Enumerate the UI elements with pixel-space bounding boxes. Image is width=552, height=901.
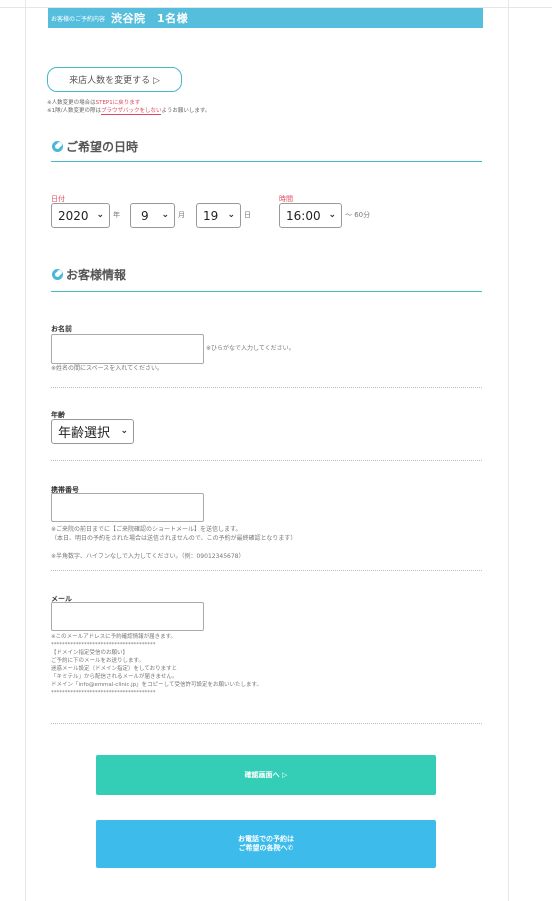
phone-icon: ✆ bbox=[287, 844, 294, 852]
name-hint-space: ※姓名の間にスペースを入れてください。 bbox=[51, 365, 163, 372]
field-divider bbox=[51, 723, 482, 724]
reservation-summary-banner: お客様のご予約内容 渋谷院 1名様 bbox=[48, 8, 483, 28]
chevron-down-icon: ⌄ bbox=[96, 210, 104, 220]
customer-section-title: お客様情報 bbox=[52, 266, 126, 283]
datetime-section-rule bbox=[51, 161, 482, 162]
field-divider bbox=[51, 460, 482, 461]
phone-hint: ※ご来院の前日までに【ご来院確認のショートメール】を送信します。 （本日、明日の… bbox=[51, 526, 297, 560]
age-select[interactable]: 年齢選択 ⌄ bbox=[51, 419, 134, 444]
chevron-down-icon: ⌄ bbox=[328, 210, 336, 220]
step1-link[interactable]: STEP1に戻ります bbox=[96, 100, 141, 106]
customer-section-rule bbox=[51, 291, 482, 292]
phone-input[interactable] bbox=[51, 493, 204, 522]
no-browser-back-emphasis: ブラウザバックをしない bbox=[100, 108, 162, 115]
note-line-1: ※人数変更の場合はSTEP1に戻ります bbox=[47, 100, 141, 106]
month-unit: 月 bbox=[178, 211, 185, 219]
section-circle-icon bbox=[52, 269, 63, 280]
time-select[interactable]: 16:00 ⌄ bbox=[279, 203, 342, 228]
name-hint-hiragana: ※ひらがなで入力してください。 bbox=[206, 345, 295, 352]
field-divider bbox=[51, 570, 482, 571]
chevron-down-icon: ⌄ bbox=[227, 210, 235, 220]
email-hint: ※このメールアドレスに予約確認情報が届きます。 ****************… bbox=[51, 634, 262, 696]
chevron-down-icon: ⌄ bbox=[120, 426, 128, 436]
year-select[interactable]: 2020 ⌄ bbox=[51, 203, 110, 228]
banner-clinic-and-guests: 渋谷院 1名様 bbox=[111, 12, 189, 25]
phone-reservation-button[interactable]: お電話での予約は ご希望の各院へ✆ bbox=[96, 820, 436, 868]
day-unit: 日 bbox=[244, 211, 251, 219]
banner-caption: お客様のご予約内容 bbox=[51, 15, 106, 23]
year-unit: 年 bbox=[113, 211, 120, 219]
month-select[interactable]: 9 ⌄ bbox=[130, 203, 175, 228]
change-guest-count-button[interactable]: 来店人数を変更する ▷ bbox=[47, 67, 182, 92]
note-line-2: ※1隊/人数変更の際はブラウザバックをしないようお願いします。 bbox=[47, 108, 211, 115]
section-circle-icon bbox=[52, 141, 63, 152]
name-label: お名前 bbox=[51, 325, 72, 333]
email-input[interactable] bbox=[51, 602, 204, 631]
datetime-section-title: ご希望の日時 bbox=[52, 138, 138, 155]
day-select[interactable]: 19 ⌄ bbox=[196, 203, 241, 228]
name-input[interactable] bbox=[51, 334, 204, 364]
confirm-button[interactable]: 確認画面へ ▷ bbox=[96, 755, 436, 795]
change-notes: ※人数変更の場合はSTEP1に戻ります ※1隊/人数変更の際はブラウザバックをし… bbox=[47, 99, 210, 115]
chevron-down-icon: ⌄ bbox=[161, 210, 169, 220]
field-divider bbox=[51, 387, 482, 388]
duration-text: ～ 60分 bbox=[345, 211, 371, 219]
